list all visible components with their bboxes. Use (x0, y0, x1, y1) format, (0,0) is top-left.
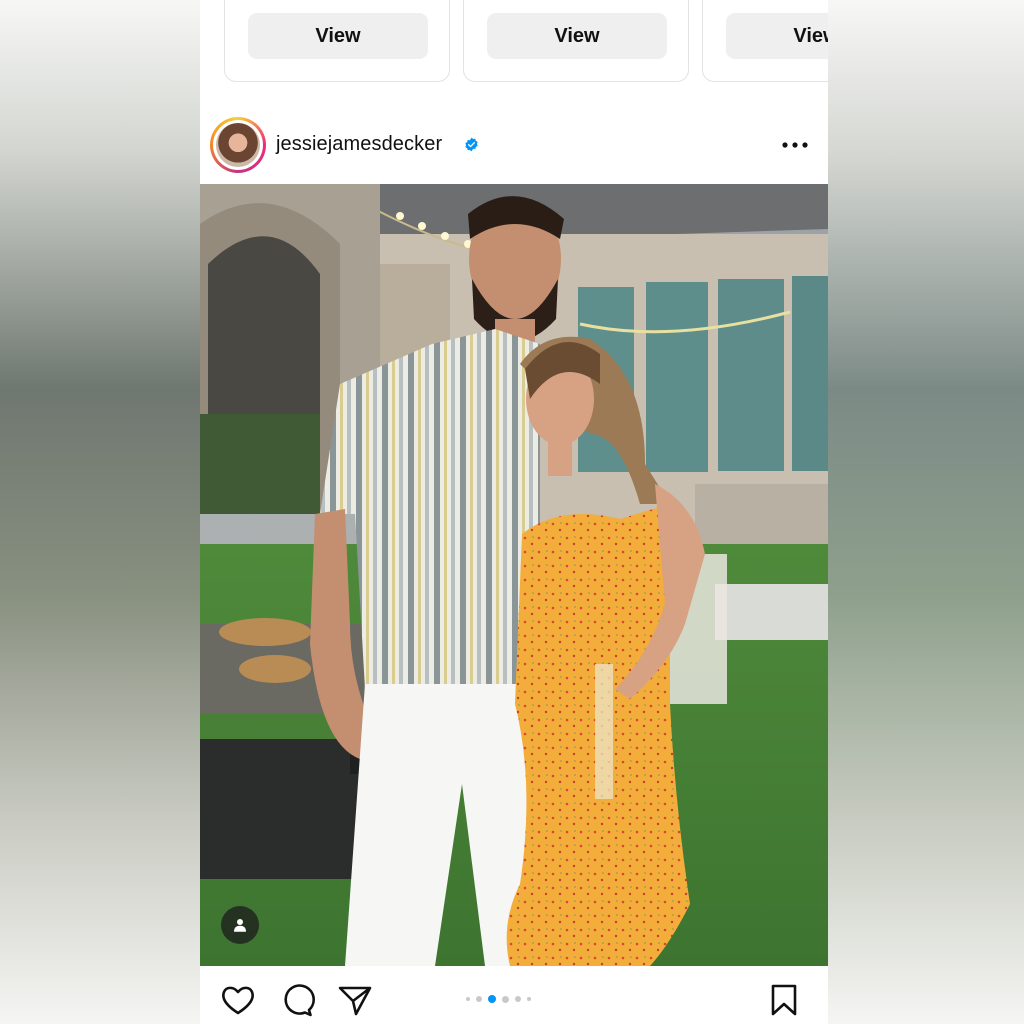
carousel-dot (502, 995, 509, 1003)
avatar-image (216, 123, 260, 167)
post-username[interactable]: jessiejamesdecker (276, 133, 442, 156)
share-icon[interactable] (337, 983, 373, 1017)
post-action-bar (200, 966, 828, 1024)
bookmark-icon[interactable] (766, 983, 802, 1017)
carousel-dot (515, 996, 521, 1002)
user-tag-icon (234, 919, 246, 932)
view-button[interactable]: View (726, 13, 828, 59)
avatar[interactable] (210, 117, 266, 173)
carousel-dot (527, 997, 531, 1001)
more-horizontal-icon[interactable] (778, 132, 812, 158)
carousel-dot (466, 997, 470, 1001)
background-blur-left (0, 0, 200, 1024)
heart-icon[interactable] (220, 983, 256, 1017)
view-button[interactable]: View (487, 13, 667, 59)
suggested-accounts-row[interactable]: View View View (200, 0, 828, 96)
background-blur-right (828, 0, 1024, 1024)
carousel-dot (476, 996, 482, 1002)
suggestion-card: View (463, 0, 689, 82)
post-image[interactable] (200, 184, 828, 966)
instagram-feed: View View View jessiejamesdecker (200, 0, 828, 1024)
comment-icon[interactable] (279, 983, 315, 1017)
post-header: jessiejamesdecker (200, 110, 828, 182)
suggestion-card: View (224, 0, 450, 82)
suggestion-card: View (702, 0, 828, 82)
carousel-indicator (466, 993, 531, 1005)
user-tag-button[interactable] (221, 906, 259, 944)
view-button[interactable]: View (248, 13, 428, 59)
verified-badge-icon (465, 137, 478, 152)
carousel-dot-active (488, 995, 496, 1003)
photo-couple-outdoor-patio (200, 184, 828, 966)
